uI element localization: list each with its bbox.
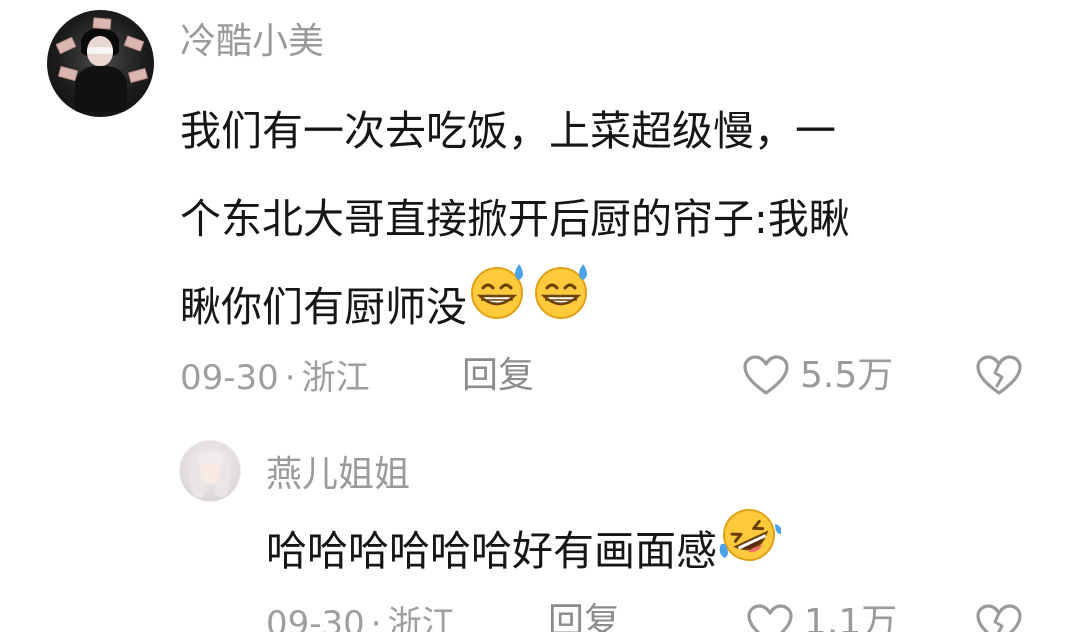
comment-text-line-content: 瞅你们有厨师没 xyxy=(180,283,467,331)
comment-meta: 09-30 · 浙江 xyxy=(180,358,370,398)
rolling-laughing-emoji xyxy=(717,504,782,596)
reply-button[interactable]: 回复 xyxy=(548,602,620,632)
reply-text: 哈哈哈哈哈哈好有画面感 xyxy=(266,504,782,596)
reply-text-content: 哈哈哈哈哈哈好有画面感 xyxy=(266,527,717,575)
comment-text-line: 个东北大哥直接掀开后厨的帘子:我瞅 xyxy=(180,195,850,243)
like-count: 1.1万 xyxy=(804,602,898,632)
avatar-hair xyxy=(197,452,223,464)
reply-username[interactable]: 燕儿姐姐 xyxy=(266,455,410,495)
grinning-sweat-emoji xyxy=(467,262,531,350)
reply-meta: 09-30 · 浙江 xyxy=(266,604,456,632)
comment-location: 浙江 xyxy=(301,358,370,398)
avatar-decoration xyxy=(127,67,149,84)
reply-text-line: 哈哈哈哈哈哈好有画面感 xyxy=(266,504,782,596)
meta-separator: · xyxy=(370,604,382,632)
comment-text-line: 瞅你们有厨师没 xyxy=(180,263,850,351)
heart-outline-icon[interactable] xyxy=(746,604,794,632)
broken-heart-icon[interactable] xyxy=(975,355,1023,401)
like-count: 5.5万 xyxy=(800,355,894,396)
avatar-decoration xyxy=(55,36,77,55)
reply-date: 09-30 xyxy=(266,604,365,632)
comment-text-line: 我们有一次去吃饭，上菜超级慢，一 xyxy=(180,107,836,155)
grinning-sweat-emoji xyxy=(531,262,595,350)
avatar-decoration xyxy=(123,35,145,52)
avatar[interactable] xyxy=(47,10,154,117)
reply-location: 浙江 xyxy=(387,604,456,632)
avatar-decoration xyxy=(57,65,79,82)
meta-separator: · xyxy=(284,358,296,398)
heart-outline-icon[interactable] xyxy=(742,355,790,401)
comment-date: 09-30 xyxy=(180,358,279,398)
reply-button[interactable]: 回复 xyxy=(462,356,534,396)
avatar-glasses xyxy=(87,47,113,54)
comment-thread: 冷酷小美 我们有一次去吃饭，上菜超级慢，一 个东北大哥直接掀开后厨的帘子:我瞅 … xyxy=(0,0,1078,632)
avatar-decoration xyxy=(92,17,112,30)
comment-text: 我们有一次去吃饭，上菜超级慢，一 个东北大哥直接掀开后厨的帘子:我瞅 瞅你们有厨… xyxy=(180,87,850,351)
avatar-body xyxy=(75,66,127,112)
comment-username[interactable]: 冷酷小美 xyxy=(180,22,324,62)
broken-heart-icon[interactable] xyxy=(975,604,1023,632)
avatar[interactable] xyxy=(179,440,241,502)
